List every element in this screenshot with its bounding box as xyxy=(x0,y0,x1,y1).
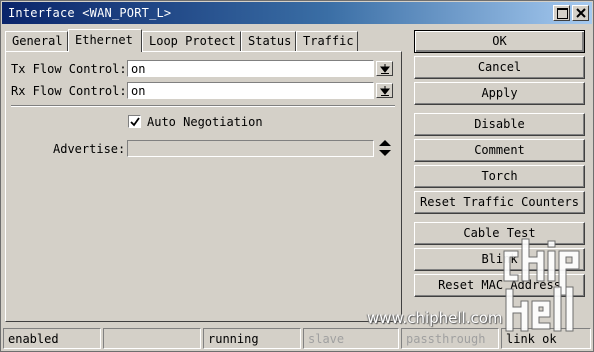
advertise-label: Advertise: xyxy=(53,142,126,156)
status-passthrough: passthrough xyxy=(401,328,499,349)
torch-button[interactable]: Torch xyxy=(414,165,585,188)
reset-traffic-counters-button[interactable]: Reset Traffic Counters xyxy=(414,191,585,214)
close-icon[interactable] xyxy=(572,5,589,21)
watermark-logo xyxy=(498,237,588,346)
advertise-field[interactable] xyxy=(127,140,374,157)
tab-status[interactable]: Status xyxy=(241,31,296,51)
status-blank xyxy=(103,328,201,349)
apply-button[interactable]: Apply xyxy=(414,82,585,105)
comment-button[interactable]: Comment xyxy=(414,139,585,162)
window-title: Interface <WAN_PORT_L> xyxy=(8,6,172,20)
tx-flow-control-select[interactable]: on xyxy=(127,60,374,77)
title-bar[interactable]: Interface <WAN_PORT_L> xyxy=(2,2,592,24)
tab-general[interactable]: General xyxy=(5,31,68,51)
watermark-url: www.chiphell.com xyxy=(367,309,503,327)
ok-button[interactable]: OK xyxy=(414,30,585,53)
tx-flow-control-dropdown-icon[interactable] xyxy=(376,61,393,76)
maximize-icon[interactable] xyxy=(553,5,570,21)
status-enabled: enabled xyxy=(3,328,101,349)
status-slave: slave xyxy=(303,328,399,349)
tx-flow-control-value: on xyxy=(131,62,146,76)
tab-ethernet[interactable]: Ethernet xyxy=(68,29,142,52)
separator xyxy=(11,105,395,107)
rx-flow-control-select[interactable]: on xyxy=(127,82,374,99)
rx-flow-control-label: Rx Flow Control: xyxy=(11,84,127,98)
cancel-button[interactable]: Cancel xyxy=(414,56,585,79)
advertise-updown-icon[interactable] xyxy=(379,140,391,159)
rx-flow-control-value: on xyxy=(131,84,146,98)
status-running: running xyxy=(203,328,301,349)
rx-flow-control-dropdown-icon[interactable] xyxy=(376,83,393,98)
auto-negotiation-label: Auto Negotiation xyxy=(147,115,263,129)
auto-negotiation-checkbox[interactable] xyxy=(128,115,141,128)
tab-loop-protect[interactable]: Loop Protect xyxy=(142,31,241,51)
tab-traffic[interactable]: Traffic xyxy=(296,31,358,51)
tx-flow-control-label: Tx Flow Control: xyxy=(11,62,127,76)
disable-button[interactable]: Disable xyxy=(414,113,585,136)
interface-window: Interface <WAN_PORT_L> General Ethernet … xyxy=(0,0,594,352)
